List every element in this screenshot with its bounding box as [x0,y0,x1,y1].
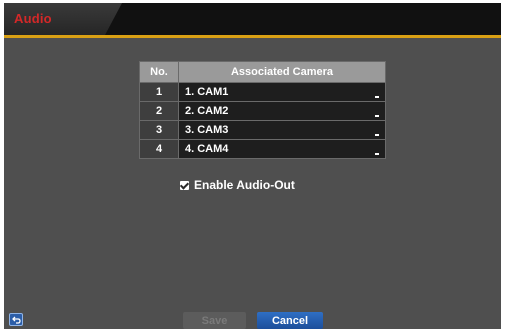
row-number: 4 [139,139,179,159]
cancel-button[interactable]: Cancel [257,312,323,329]
camera-select-value: 1. CAM1 [185,86,229,98]
title-bar: Audio [4,3,501,35]
associated-camera-table: No. Associated Camera 1 1. CAM1 2 2. CAM… [139,61,386,159]
camera-select-1[interactable]: 1. CAM1 [178,82,386,102]
camera-select-3[interactable]: 3. CAM3 [178,120,386,140]
camera-select-value: 3. CAM3 [185,124,229,136]
camera-select-value: 2. CAM2 [185,105,229,117]
camera-select-2[interactable]: 2. CAM2 [178,101,386,121]
checkbox-icon[interactable] [180,180,189,190]
column-header-associated-camera: Associated Camera [178,61,386,83]
row-number: 3 [139,120,179,140]
row-number: 2 [139,101,179,121]
audio-dialog: Audio No. Associated Camera 1 1. CAM1 2 … [4,3,501,329]
title-accent-line [4,35,501,38]
save-button[interactable]: Save [183,312,246,329]
table-row: 2 2. CAM2 [139,101,386,121]
camera-select-value: 4. CAM4 [185,143,229,155]
dropdown-icon [375,96,379,98]
enable-audio-out-option[interactable]: Enable Audio-Out [180,178,295,192]
table-row: 3 3. CAM3 [139,120,386,140]
dropdown-icon [375,115,379,117]
row-number: 1 [139,82,179,102]
dropdown-icon [375,153,379,155]
back-button[interactable] [9,313,23,326]
enable-audio-out-label: Enable Audio-Out [194,178,295,192]
camera-select-4[interactable]: 4. CAM4 [178,139,386,159]
window-title: Audio [14,11,52,26]
table-row: 4 4. CAM4 [139,139,386,159]
back-arrow-icon [11,316,21,324]
dropdown-icon [375,134,379,136]
column-header-no: No. [139,61,179,83]
table-row: 1 1. CAM1 [139,82,386,102]
table-header-row: No. Associated Camera [139,61,386,83]
